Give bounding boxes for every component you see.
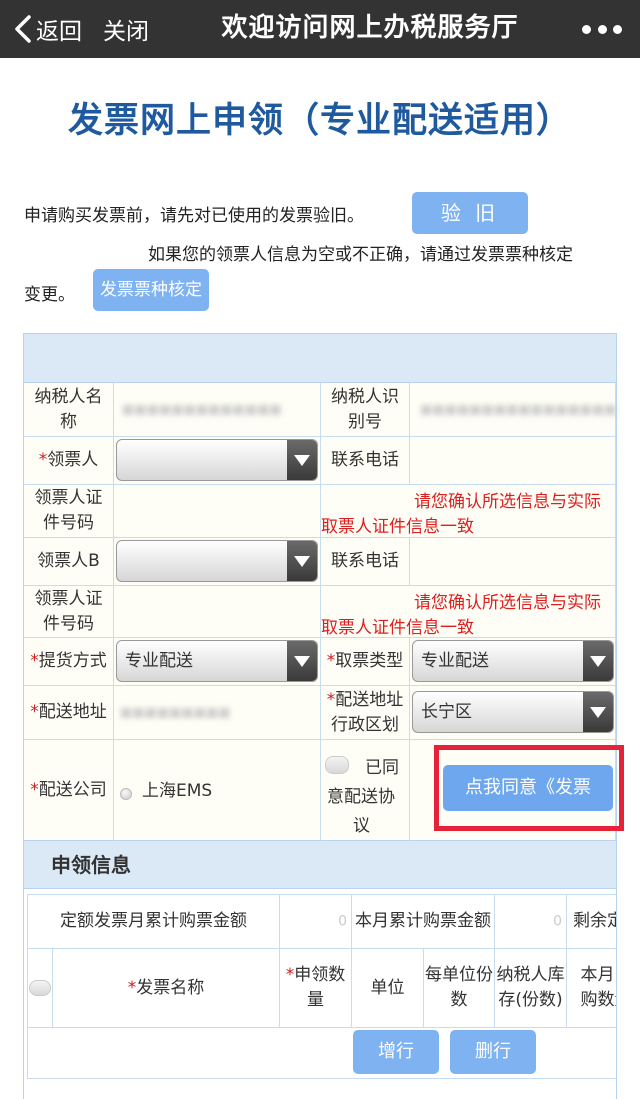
form-header-band bbox=[24, 334, 616, 383]
collector-id-value bbox=[114, 485, 321, 538]
month-amount-label: 本月累计购票金额 bbox=[351, 894, 495, 949]
agree-text-2: 意配送协 bbox=[327, 787, 395, 807]
agree-delivery-terms-button[interactable]: 点我同意《发票 bbox=[443, 765, 613, 811]
collector-select[interactable] bbox=[116, 439, 318, 481]
remaining-label: 剩余定额 bbox=[566, 894, 616, 949]
col-month-purchased: 本月已购数量 bbox=[566, 948, 616, 1028]
add-row-button[interactable]: 增行 bbox=[353, 1030, 439, 1074]
collector-id-label: 领票人证件号码 bbox=[24, 485, 114, 538]
nav-title: 欢迎访问网上办税服务厅 bbox=[221, 13, 519, 43]
phone-label: 联系电话 bbox=[321, 437, 410, 485]
taxpayer-name-value: ■■■■■■■■■■■■■ bbox=[114, 383, 321, 437]
delivery-method-label: *提货方式 bbox=[24, 638, 114, 686]
select-all-cell bbox=[27, 948, 53, 1028]
back-button[interactable]: 返回 bbox=[14, 12, 82, 46]
close-button[interactable]: 关闭 bbox=[103, 12, 149, 46]
fixed-amount-label: 定额发票月累计购票金额 bbox=[27, 894, 280, 949]
collector-b-label: 领票人B bbox=[24, 538, 114, 586]
col-apply-qty: *申领数量 bbox=[279, 948, 352, 1028]
delivery-company-cell: 上海EMS bbox=[114, 740, 321, 842]
delivery-company-label: *配送公司 bbox=[24, 740, 114, 842]
agree-checkbox[interactable] bbox=[325, 756, 349, 774]
apply-info-title: 申领信息 bbox=[24, 841, 616, 889]
dropdown-arrow-icon bbox=[583, 692, 613, 732]
delivery-method-cell: 专业配送 bbox=[114, 638, 321, 686]
col-stock: 纳税人库存(份数) bbox=[494, 948, 567, 1028]
back-label: 返回 bbox=[36, 19, 82, 45]
verify-note: 申请购买发票前，请先对已使用的发票验旧。 bbox=[24, 206, 364, 226]
col-copies-per-unit: 每单位份数 bbox=[423, 948, 495, 1028]
district-cell: 长宁区 bbox=[410, 686, 616, 740]
pickup-type-cell: 专业配送 bbox=[410, 638, 616, 686]
collector-label: *领票人 bbox=[24, 437, 114, 485]
collector-info-note-cont: 变更。 bbox=[24, 285, 75, 305]
phone-b-value bbox=[410, 538, 616, 586]
collector-warning: 请您确认所选信息与实际 取票人证件信息一致 bbox=[321, 485, 616, 538]
phone-value bbox=[410, 437, 616, 485]
collector-b-warning: 请您确认所选信息与实际 取票人证件信息一致 bbox=[321, 586, 616, 638]
phone-b-label: 联系电话 bbox=[321, 538, 410, 586]
select-all-checkbox[interactable] bbox=[29, 980, 51, 996]
top-nav-bar: 返回 关闭 欢迎访问网上办税服务厅 bbox=[0, 0, 640, 58]
invoice-type-approval-button[interactable]: 发票票种核定 bbox=[93, 269, 209, 311]
dropdown-arrow-icon bbox=[287, 641, 317, 681]
taxpayer-id-value: ■■■■■■■■■■■■■■■■ bbox=[410, 383, 617, 437]
pickup-type-label: *取票类型 bbox=[321, 638, 410, 686]
agreement-cell: 已同 意配送协 议 bbox=[321, 740, 410, 842]
col-unit: 单位 bbox=[351, 948, 424, 1028]
ems-radio[interactable] bbox=[120, 788, 132, 800]
col-invoice-name: *发票名称 bbox=[52, 948, 280, 1028]
dropdown-arrow-icon bbox=[287, 440, 317, 480]
district-select[interactable]: 长宁区 bbox=[412, 691, 614, 733]
collector-b-id-label: 领票人证件号码 bbox=[24, 586, 114, 638]
district-label: *配送地址行政区划 bbox=[321, 686, 410, 740]
taxpayer-id-label: 纳税人识别号 bbox=[321, 383, 410, 437]
delete-row-button[interactable]: 删行 bbox=[450, 1030, 536, 1074]
agree-text-3: 议 bbox=[353, 816, 370, 836]
delivery-method-select[interactable]: 专业配送 bbox=[116, 640, 318, 682]
dropdown-arrow-icon bbox=[583, 641, 613, 681]
verify-old-invoices-button[interactable]: 验 旧 bbox=[412, 192, 528, 234]
delivery-address-label: *配送地址 bbox=[24, 686, 114, 740]
fixed-amount-value: 0 bbox=[279, 894, 352, 949]
chevron-left-icon bbox=[15, 15, 31, 43]
collector-cell bbox=[114, 437, 321, 485]
collector-b-select[interactable] bbox=[116, 540, 318, 582]
dropdown-arrow-icon bbox=[287, 541, 317, 581]
collector-info-note: 如果您的领票人信息为空或不正确，请通过发票票种核定 bbox=[148, 245, 573, 265]
taxpayer-name-label: 纳税人名称 bbox=[24, 383, 114, 437]
collector-b-id-value bbox=[114, 586, 321, 638]
delivery-address-value: ■■■■■■■■■ bbox=[114, 686, 321, 740]
pickup-type-select[interactable]: 专业配送 bbox=[412, 640, 614, 682]
month-amount-value: 0 bbox=[494, 894, 567, 949]
page-title: 发票网上申领（专业配送适用） bbox=[67, 101, 572, 141]
delivery-company-value: 上海EMS bbox=[142, 781, 213, 801]
agree-text-1: 已同 bbox=[365, 758, 399, 778]
more-dots-icon[interactable] bbox=[582, 14, 622, 44]
collector-b-cell bbox=[114, 538, 321, 586]
